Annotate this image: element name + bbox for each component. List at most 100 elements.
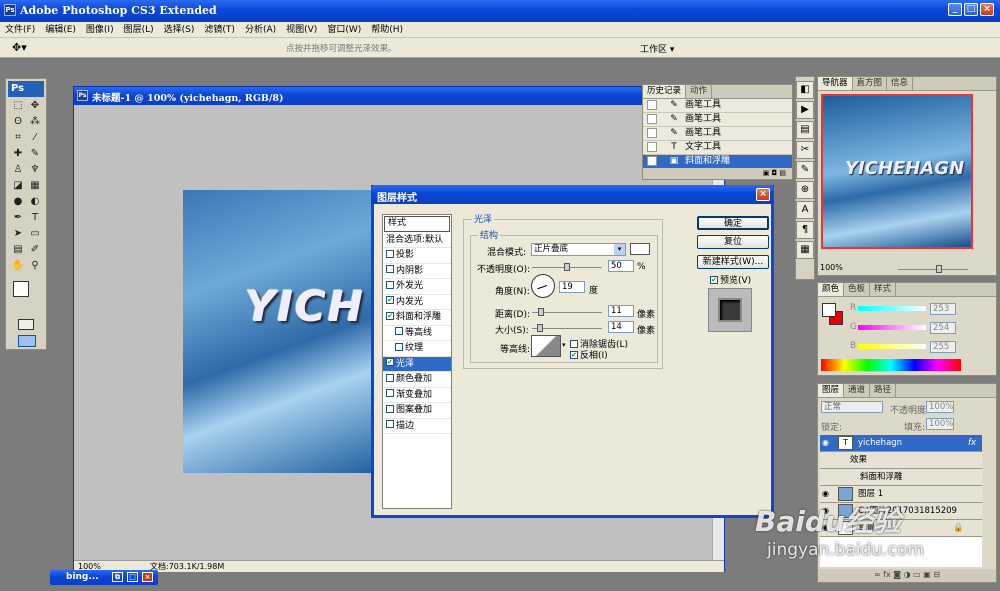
opacity-slider[interactable]	[532, 263, 602, 271]
menu-item-4[interactable]: 选择(S)	[159, 22, 200, 38]
menu-item-0[interactable]: 文件(F)	[0, 22, 40, 38]
size-slider[interactable]	[532, 324, 602, 332]
channel-slider[interactable]	[858, 344, 926, 349]
menu-item-2[interactable]: 图像(I)	[81, 22, 119, 38]
dodge-tool-icon[interactable]: ◐	[28, 195, 42, 209]
foreground-color-swatch[interactable]	[13, 281, 29, 297]
menu-item-9[interactable]: 帮助(H)	[366, 22, 408, 38]
history-item[interactable]: ✎ 画笔工具	[643, 127, 792, 141]
history-checkbox[interactable]	[647, 155, 657, 166]
tab-navigator-tabs-2[interactable]: 信息	[887, 77, 914, 90]
tab-layers-tabs-2[interactable]: 路径	[870, 384, 897, 397]
tab-history-tabs-0[interactable]: 历史记录	[643, 85, 687, 98]
zoom-tool-icon[interactable]: ⚲	[28, 259, 42, 273]
layer-blend-mode[interactable]: 正常	[821, 401, 883, 413]
style-item-checkbox[interactable]	[395, 327, 403, 335]
tab-navigator-tabs-0[interactable]: 导航器	[818, 77, 853, 90]
style-item[interactable]: ✔ 内发光	[383, 295, 451, 310]
healing-brush-icon[interactable]: ✚	[11, 147, 25, 161]
dock-icon-info[interactable]: ▦	[796, 241, 814, 259]
quick-mask-icon[interactable]	[18, 319, 34, 330]
tab-color_panel-tabs-0[interactable]: 颜色	[818, 283, 845, 296]
style-item-checkbox[interactable]	[386, 420, 394, 428]
eyedropper-icon[interactable]: ✐	[28, 243, 42, 257]
style-item[interactable]: 渐变叠加	[383, 388, 451, 403]
minimize-button[interactable]: _	[948, 3, 962, 16]
antialias-box[interactable]	[570, 339, 578, 348]
channel-value[interactable]: 253	[930, 303, 956, 315]
dock-icon-navigator[interactable]: ◧	[796, 81, 814, 99]
style-item-checkbox[interactable]	[386, 373, 394, 382]
style-item[interactable]: 纹理	[383, 341, 451, 357]
clone-stamp-icon[interactable]: ♙	[11, 163, 25, 177]
style-item-checkbox[interactable]	[386, 249, 394, 258]
history-item[interactable]: ▣ 斜面和浮雕	[643, 155, 792, 169]
blend-mode-select[interactable]: 正片叠底 ▾	[531, 243, 626, 256]
channel-value[interactable]: 255	[930, 341, 956, 353]
history-item[interactable]: ✎ 画笔工具	[643, 99, 792, 113]
opacity-input[interactable]: 50	[608, 260, 634, 272]
style-item[interactable]: 外发光	[383, 279, 451, 295]
blend-options-item[interactable]: 混合选项:默认	[383, 233, 451, 248]
screen-mode-icon[interactable]	[18, 335, 36, 347]
style-item-checkbox[interactable]	[386, 389, 394, 397]
gloss-color-swatch[interactable]	[630, 243, 650, 255]
style-item[interactable]: ✔ 光泽	[383, 356, 451, 372]
history-checkbox[interactable]	[647, 113, 657, 124]
marquee-tool-icon[interactable]: ⬚	[11, 99, 25, 113]
contour-picker[interactable]	[531, 335, 561, 357]
brush-tool-icon[interactable]: ✎	[28, 147, 42, 161]
history-checkbox[interactable]	[647, 141, 657, 152]
style-item-checkbox[interactable]: ✔	[386, 311, 394, 320]
layer-opacity[interactable]: 100%	[926, 401, 954, 413]
notes-tool-icon[interactable]: ▤	[11, 243, 25, 257]
close-button[interactable]: ×	[980, 3, 994, 16]
tab-layers-tabs-0[interactable]: 图层	[818, 384, 845, 397]
move-tool-icon[interactable]: ✥	[28, 99, 42, 113]
menu-item-5[interactable]: 滤镜(T)	[199, 22, 240, 38]
minimized-restore-icon[interactable]: ⧉	[112, 572, 123, 582]
reset-button[interactable]: 复位	[697, 235, 769, 249]
channel-value[interactable]: 254	[930, 322, 956, 334]
style-item-checkbox[interactable]	[386, 280, 394, 289]
history-item[interactable]: ✎ 画笔工具	[643, 113, 792, 127]
style-item[interactable]: 颜色叠加	[383, 372, 451, 388]
history-checkbox[interactable]	[647, 99, 657, 110]
layer-row[interactable]: ◉ Tyichehagn fx	[820, 435, 982, 452]
navigator-zoom-slider[interactable]	[898, 265, 968, 273]
canvas[interactable]: YICH	[183, 190, 383, 473]
history-checkbox[interactable]	[647, 127, 657, 138]
new-style-button[interactable]: 新建样式(W)...	[697, 255, 769, 269]
pen-tool-icon[interactable]: ✒	[11, 211, 25, 225]
style-item[interactable]: 内阴影	[383, 264, 451, 279]
navigator-zoom[interactable]: 100%	[820, 263, 843, 272]
style-item[interactable]: ✔ 斜面和浮雕	[383, 310, 451, 326]
distance-slider[interactable]	[532, 308, 602, 316]
menu-item-7[interactable]: 视图(V)	[281, 22, 322, 38]
tab-history-tabs-1[interactable]: 动作	[686, 85, 713, 98]
ok-button[interactable]: 确定	[697, 216, 769, 230]
style-list-header[interactable]: 样式	[384, 216, 450, 232]
size-input[interactable]: 14	[608, 321, 634, 333]
hand-tool-icon[interactable]: ✋	[11, 259, 25, 273]
dock-icon-tool-presets[interactable]: ✂	[796, 141, 814, 159]
crop-tool-icon[interactable]: ⌗	[11, 131, 25, 145]
lasso-tool-icon[interactable]: ʘ	[11, 115, 25, 129]
eraser-tool-icon[interactable]: ◪	[11, 179, 25, 193]
style-item-checkbox[interactable]	[395, 342, 403, 351]
dialog-close-button[interactable]: ×	[756, 188, 770, 201]
style-item-checkbox[interactable]	[386, 265, 394, 273]
style-item-checkbox[interactable]: ✔	[386, 296, 394, 304]
layer-fx-badge[interactable]: fx	[968, 435, 976, 451]
style-item[interactable]: 等高线	[383, 326, 451, 341]
minimized-close-icon[interactable]: ×	[142, 572, 153, 582]
tab-layers-tabs-1[interactable]: 通道	[844, 384, 871, 397]
channel-slider[interactable]	[858, 306, 926, 311]
menu-item-1[interactable]: 编辑(E)	[40, 22, 81, 38]
history-item[interactable]: T 文字工具	[643, 141, 792, 155]
dock-icon-character[interactable]: A	[796, 201, 814, 219]
type-tool-icon[interactable]: T	[28, 211, 42, 225]
channel-slider[interactable]	[858, 325, 926, 330]
preview-box[interactable]: ✔	[710, 275, 718, 284]
style-item-checkbox[interactable]	[386, 404, 394, 413]
